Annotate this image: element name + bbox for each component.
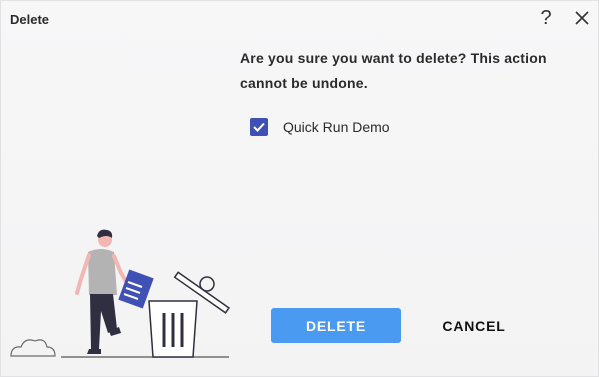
checkbox-label: Quick Run Demo — [283, 119, 390, 135]
close-button[interactable] — [570, 6, 594, 30]
delete-illustration — [10, 229, 230, 358]
delete-button[interactable]: DELETE — [271, 308, 401, 343]
close-icon — [575, 11, 589, 25]
quick-run-demo-checkbox-row[interactable]: Quick Run Demo — [250, 118, 390, 136]
checkmark-icon — [253, 122, 265, 132]
question-mark-icon: ? — [540, 6, 552, 29]
cancel-button[interactable]: CANCEL — [421, 308, 527, 343]
confirmation-message: Are you sure you want to delete? This ac… — [240, 50, 547, 91]
quick-run-demo-checkbox[interactable] — [250, 118, 268, 136]
help-button[interactable]: ? — [534, 6, 558, 30]
delete-dialog: Delete ? Are you sure you want to delete… — [0, 0, 599, 377]
dialog-title: Delete — [10, 12, 50, 27]
